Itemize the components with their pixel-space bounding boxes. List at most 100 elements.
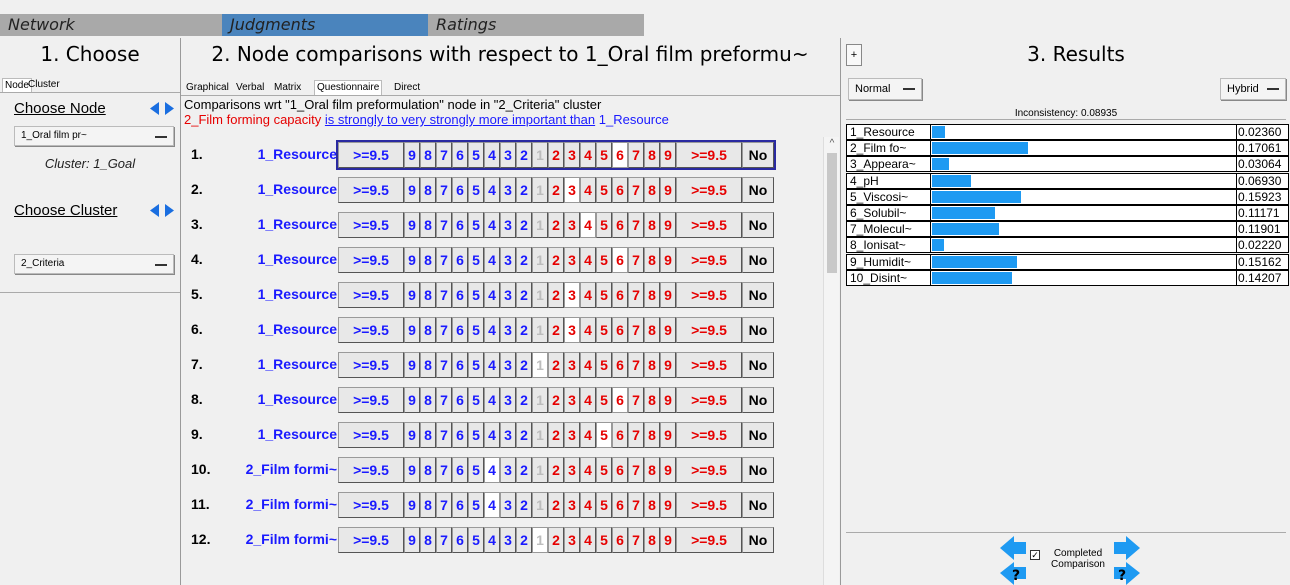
completed-checkbox[interactable]: ✓ (1030, 550, 1040, 560)
previous-unanswered-icon[interactable]: ? (1000, 562, 1026, 585)
scale-cell[interactable]: 9 (660, 457, 676, 483)
scale-cell[interactable]: 5 (596, 387, 612, 413)
scale-cell[interactable]: 7 (436, 527, 452, 553)
scale-cell[interactable]: 9 (660, 282, 676, 308)
scale-cell[interactable]: 3 (500, 387, 516, 413)
scale-cell[interactable]: 9 (660, 142, 676, 168)
scale-cell[interactable]: 6 (612, 282, 628, 308)
scale-cell[interactable]: 2 (516, 387, 532, 413)
scale-cell[interactable]: 7 (436, 177, 452, 203)
scale-cell[interactable]: 8 (420, 212, 436, 238)
scale-cell[interactable]: 2 (516, 317, 532, 343)
scale-cell[interactable]: 5 (596, 212, 612, 238)
scale-cell[interactable]: 2 (516, 142, 532, 168)
scale-cell[interactable]: 4 (484, 247, 500, 273)
scale-cell[interactable]: 6 (612, 317, 628, 343)
scale-cell[interactable]: 3 (564, 422, 580, 448)
scale-cell[interactable]: 6 (452, 177, 468, 203)
scale-cell[interactable]: 1 (532, 177, 548, 203)
scale-cell[interactable]: 1 (532, 212, 548, 238)
scale-cell[interactable]: 7 (628, 492, 644, 518)
scale-cell[interactable]: 9 (404, 352, 420, 378)
scale-cell[interactable]: 4 (484, 142, 500, 168)
scale-cell[interactable]: >=9.5 (338, 317, 404, 343)
scale-cell[interactable]: 4 (580, 212, 596, 238)
scale-cell[interactable]: 7 (628, 212, 644, 238)
scale-cell[interactable]: >=9.5 (338, 142, 404, 168)
scale-cell[interactable]: 9 (404, 317, 420, 343)
scale-cell[interactable]: 6 (452, 142, 468, 168)
scale-cell[interactable]: 3 (564, 527, 580, 553)
scale-cell[interactable]: 1 (532, 142, 548, 168)
scale-cell[interactable]: 5 (596, 282, 612, 308)
scale-cell[interactable]: 9 (660, 247, 676, 273)
scale-cell[interactable]: 5 (468, 317, 484, 343)
scale-cell[interactable]: 4 (580, 527, 596, 553)
scale-cell[interactable]: 7 (628, 387, 644, 413)
scale-cell[interactable]: 8 (644, 142, 660, 168)
scale-cell[interactable]: 2 (516, 492, 532, 518)
scale-cell[interactable]: 2 (548, 177, 564, 203)
scale-cell[interactable]: 6 (452, 422, 468, 448)
scale-cell[interactable]: 5 (596, 352, 612, 378)
scale-cell[interactable]: 5 (468, 142, 484, 168)
scale-cell[interactable]: 6 (452, 527, 468, 553)
tab-cluster[interactable]: Cluster (26, 78, 62, 92)
scale-cell[interactable]: 6 (612, 247, 628, 273)
scale-cell[interactable]: >=9.5 (338, 212, 404, 238)
scale-cell[interactable]: 8 (644, 247, 660, 273)
scale-cell[interactable]: 5 (596, 422, 612, 448)
scale-cell[interactable]: 4 (580, 247, 596, 273)
scale-cell[interactable]: 1 (532, 527, 548, 553)
scale-cell[interactable]: >=9.5 (338, 247, 404, 273)
scale-cell[interactable]: 6 (612, 142, 628, 168)
scale-cell[interactable]: >=9.5 (338, 422, 404, 448)
scale-cell[interactable]: 5 (468, 527, 484, 553)
scale-cell[interactable]: 2 (548, 387, 564, 413)
scale-cell[interactable]: 5 (596, 527, 612, 553)
scale-cell[interactable]: >=9.5 (338, 177, 404, 203)
menu-ratings[interactable]: Ratings (428, 14, 644, 36)
node-dropdown[interactable]: 1_Oral film pr~ (14, 126, 174, 146)
scale-cell[interactable]: No (742, 142, 774, 168)
scale-cell[interactable]: No (742, 282, 774, 308)
scale-cell[interactable]: 8 (420, 317, 436, 343)
scale-cell[interactable]: >=9.5 (676, 212, 742, 238)
scale-cell[interactable]: 7 (436, 457, 452, 483)
scale-cell[interactable]: 2 (548, 142, 564, 168)
expand-button[interactable]: + (846, 44, 862, 66)
scale-cell[interactable]: 2 (548, 527, 564, 553)
scale-cell[interactable]: 6 (612, 527, 628, 553)
scale-cell[interactable]: No (742, 387, 774, 413)
scale-cell[interactable]: 3 (500, 177, 516, 203)
scale-cell[interactable]: 9 (660, 352, 676, 378)
scale-cell[interactable]: 4 (484, 352, 500, 378)
scale-cell[interactable]: 5 (596, 142, 612, 168)
next-arrow-icon[interactable] (1114, 536, 1140, 560)
normal-dropdown[interactable]: Normal (848, 78, 922, 100)
scale-cell[interactable]: 4 (580, 387, 596, 413)
scale-cell[interactable]: 8 (420, 422, 436, 448)
scale-cell[interactable]: 9 (660, 422, 676, 448)
menu-network[interactable]: Network (0, 14, 222, 36)
scale-cell[interactable]: 9 (660, 492, 676, 518)
scale-cell[interactable]: 6 (452, 282, 468, 308)
scale-cell[interactable]: 3 (564, 317, 580, 343)
scale-cell[interactable]: 3 (500, 457, 516, 483)
scale-cell[interactable]: >=9.5 (676, 527, 742, 553)
scale-cell[interactable]: >=9.5 (338, 387, 404, 413)
scale-cell[interactable]: 7 (628, 352, 644, 378)
scale-cell[interactable]: 6 (612, 177, 628, 203)
scale-cell[interactable]: 8 (420, 247, 436, 273)
scale-cell[interactable]: 7 (628, 457, 644, 483)
scale-cell[interactable]: >=9.5 (676, 422, 742, 448)
scale-cell[interactable]: 8 (644, 387, 660, 413)
scale-cell[interactable]: 7 (628, 317, 644, 343)
scale-cell[interactable]: 5 (596, 317, 612, 343)
scale-cell[interactable]: 2 (516, 422, 532, 448)
scale-cell[interactable]: 2 (516, 282, 532, 308)
scale-cell[interactable]: 3 (500, 492, 516, 518)
scale-cell[interactable]: 2 (548, 247, 564, 273)
scale-cell[interactable]: 7 (628, 177, 644, 203)
scale-cell[interactable]: 4 (484, 212, 500, 238)
